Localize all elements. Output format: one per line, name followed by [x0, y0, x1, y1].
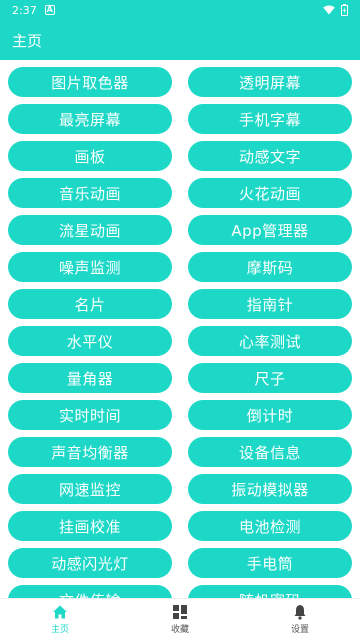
tool-button[interactable]: 最亮屏幕: [8, 104, 172, 134]
tool-button[interactable]: 网速监控: [8, 474, 172, 504]
bottom-nav: 主页 收藏 设置: [0, 598, 360, 640]
nav-favorites[interactable]: 收藏: [120, 604, 240, 635]
home-icon: [53, 605, 67, 619]
tool-button[interactable]: 尺子: [188, 363, 352, 393]
tool-button[interactable]: 水平仪: [8, 326, 172, 356]
tool-button[interactable]: 量角器: [8, 363, 172, 393]
page-title: 主页: [12, 31, 43, 50]
nav-home-label: 主页: [50, 625, 69, 635]
nav-home[interactable]: 主页: [0, 604, 120, 635]
tool-button[interactable]: 动感闪光灯: [8, 548, 172, 578]
tool-button[interactable]: 名片: [8, 289, 172, 319]
status-icons: [323, 4, 348, 16]
tool-button[interactable]: 摩斯码: [188, 252, 352, 282]
tool-button[interactable]: 动感文字: [188, 141, 352, 171]
tool-button[interactable]: 振动模拟器: [188, 474, 352, 504]
tool-button[interactable]: 画板: [8, 141, 172, 171]
app-bar: 主页: [0, 20, 360, 60]
tool-button[interactable]: 挂画校准: [8, 511, 172, 541]
tool-button[interactable]: 手机字幕: [188, 104, 352, 134]
tool-button[interactable]: 指南针: [188, 289, 352, 319]
tool-button[interactable]: 心率测试: [188, 326, 352, 356]
tool-button[interactable]: 文件传输: [8, 585, 172, 598]
grid-icon: [173, 605, 187, 619]
tool-button[interactable]: 实时时间: [8, 400, 172, 430]
nav-settings[interactable]: 设置: [240, 604, 360, 635]
tool-button[interactable]: 图片取色器: [8, 67, 172, 97]
tool-button[interactable]: 透明屏幕: [188, 67, 352, 97]
tool-list[interactable]: 图片取色器 透明屏幕 最亮屏幕 手机字幕 画板 动感文字 音乐动画 火花动画 流星动画 App管理…: [0, 60, 360, 598]
tool-button[interactable]: 流星动画: [8, 215, 172, 245]
tool-button[interactable]: 火花动画: [188, 178, 352, 208]
status-bar: 2:37 A: [0, 0, 360, 20]
nav-favorites-label: 收藏: [170, 625, 189, 635]
tool-button[interactable]: 声音均衡器: [8, 437, 172, 467]
tool-button[interactable]: 随机密码: [188, 585, 352, 598]
tool-button[interactable]: App管理器: [188, 215, 352, 245]
battery-icon: [341, 4, 348, 16]
notification-badge: A: [44, 5, 55, 15]
wifi-icon: [323, 5, 335, 15]
tool-button[interactable]: 倒计时: [188, 400, 352, 430]
tool-grid: 图片取色器 透明屏幕 最亮屏幕 手机字幕 画板 动感文字 音乐动画 火花动画 流星动画 App管理…: [0, 60, 360, 598]
tool-button[interactable]: 噪声监测: [8, 252, 172, 282]
nav-settings-label: 设置: [290, 625, 309, 635]
bell-icon: [294, 605, 306, 620]
tool-button[interactable]: 音乐动画: [8, 178, 172, 208]
tool-button[interactable]: 手电筒: [188, 548, 352, 578]
tool-button[interactable]: 设备信息: [188, 437, 352, 467]
tool-button[interactable]: 电池检测: [188, 511, 352, 541]
status-time: 2:37: [12, 3, 37, 17]
